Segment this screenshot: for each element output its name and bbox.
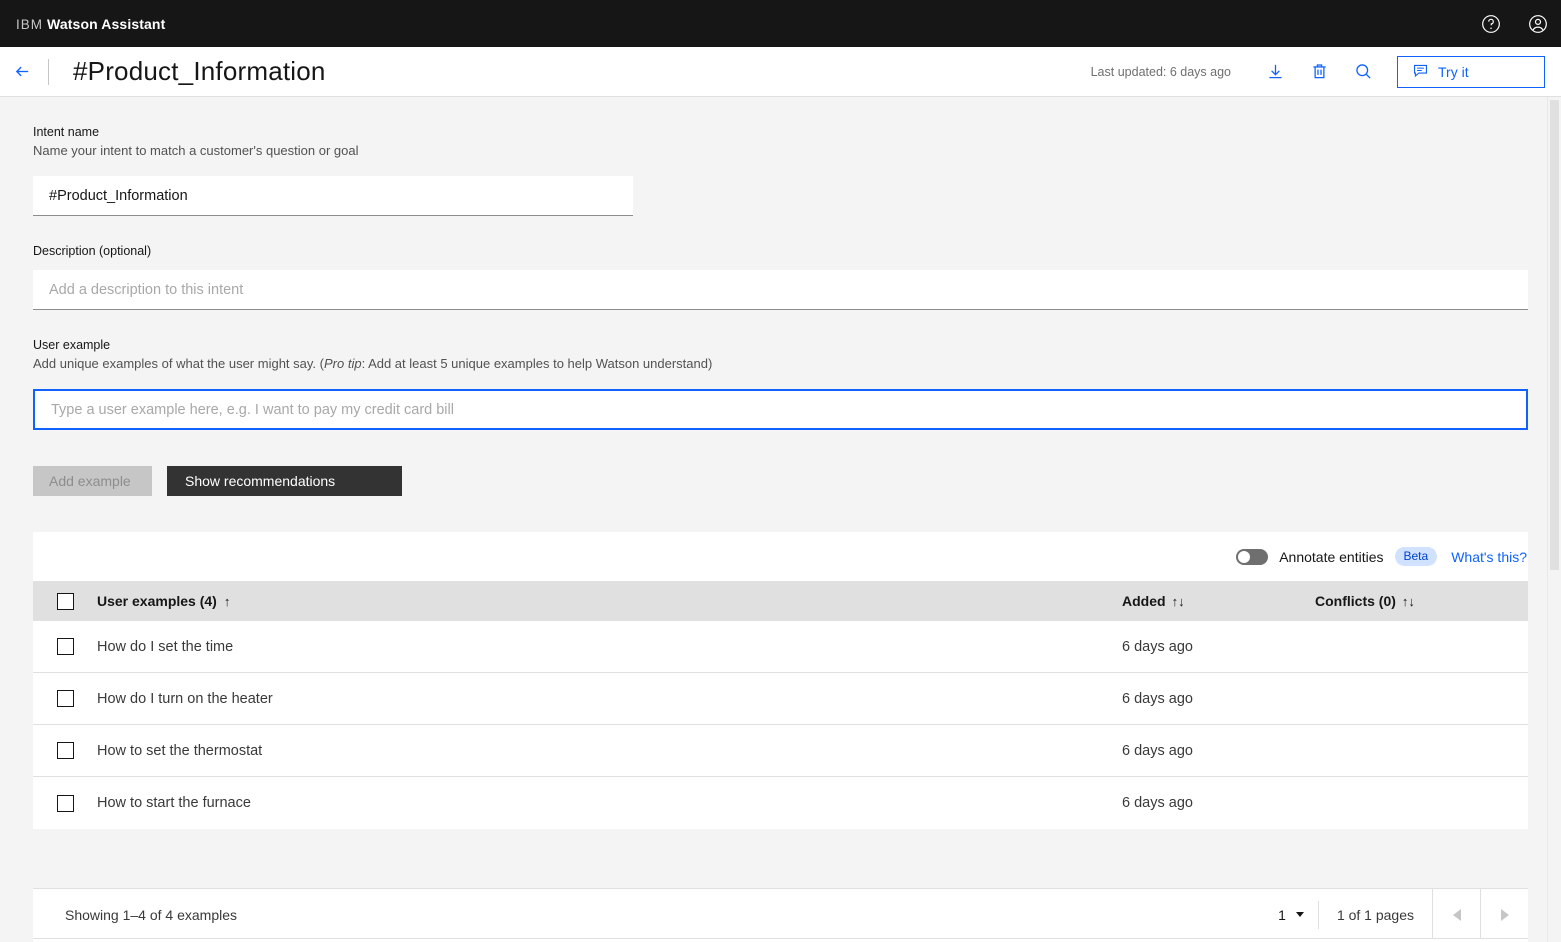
table-row[interactable]: How do I turn on the heater 6 days ago [33, 673, 1528, 725]
row-added-text: 6 days ago [1122, 638, 1193, 655]
select-all-checkbox[interactable] [56, 592, 74, 610]
chevron-down-icon [1295, 912, 1304, 917]
row-added-text: 6 days ago [1122, 795, 1193, 811]
header-divider [48, 58, 49, 85]
whats-this-link[interactable]: What's this? [1451, 549, 1527, 565]
row-added-text: 6 days ago [1122, 742, 1193, 759]
download-icon[interactable] [1253, 50, 1297, 94]
clipped-content-edge [33, 938, 1528, 942]
annotate-entities-label: Annotate entities [1279, 548, 1384, 565]
row-example-text: How to set the thermostat [97, 742, 263, 759]
table-toolbar: Annotate entities Beta What's this? [33, 532, 1528, 581]
table-row[interactable]: How to start the furnace 6 days ago [33, 777, 1528, 829]
user-example-help-before: Add unique examples of what the user mig… [33, 356, 324, 371]
sort-ascending-icon: ↑ [223, 593, 231, 609]
row-added-text: 6 days ago [1122, 690, 1193, 707]
user-example-input[interactable] [33, 389, 1528, 430]
app-window: IBM Watson Assistant #Product_Informatio… [0, 0, 1561, 942]
pagination-bar: Showing 1–4 of 4 examples 1 1 of 1 pages [33, 888, 1528, 941]
toggle-knob [1238, 550, 1251, 563]
row-example-text: How do I set the time [97, 638, 234, 655]
row-select-cell [33, 690, 97, 707]
add-example-button[interactable]: Add example [33, 466, 152, 496]
row-example-text: How do I turn on the heater [97, 690, 273, 707]
beta-badge: Beta [1394, 547, 1438, 566]
description-label: Description (optional) [33, 244, 152, 258]
examples-table-card: Annotate entities Beta What's this? User… [33, 532, 1528, 829]
vertical-scrollbar-thumb[interactable] [1550, 100, 1559, 570]
caret-left-icon [1452, 908, 1461, 921]
search-icon[interactable] [1341, 50, 1385, 94]
intent-name-input[interactable] [33, 176, 633, 216]
column-header-added[interactable]: Added ↑↓ [1122, 593, 1315, 609]
row-example-text: How to start the furnace [97, 795, 251, 811]
row-checkbox[interactable] [56, 742, 74, 759]
global-header: IBM Watson Assistant [0, 0, 1561, 47]
column-header-user-examples[interactable]: User examples (4) ↑ [97, 593, 1122, 609]
show-recommendations-button[interactable]: Show recommendations [167, 466, 402, 496]
intent-name-help: Name your intent to match a customer's q… [33, 143, 359, 158]
annotate-entities-toggle[interactable] [1236, 548, 1269, 565]
user-example-label: User example [33, 338, 111, 352]
next-page-button[interactable] [1480, 888, 1528, 941]
user-avatar-icon[interactable] [1514, 0, 1561, 47]
try-it-label: Try it [1438, 63, 1469, 80]
page-size-select[interactable]: 1 [1260, 899, 1318, 931]
column-header-conflicts-label: Conflicts (0) [1315, 593, 1396, 609]
caret-right-icon [1500, 908, 1509, 921]
chat-icon [1412, 62, 1429, 82]
try-it-button[interactable]: Try it [1397, 55, 1545, 88]
column-header-conflicts[interactable]: Conflicts (0) ↑↓ [1315, 593, 1528, 609]
previous-page-button[interactable] [1432, 888, 1480, 941]
brand-logo[interactable]: IBM Watson Assistant [16, 16, 165, 32]
row-select-cell [33, 794, 97, 812]
example-actions: Add example Show recommendations [33, 466, 1528, 496]
row-checkbox[interactable] [56, 690, 74, 707]
sort-toggle-icon: ↑↓ [1171, 593, 1185, 609]
table-row[interactable]: How do I set the time 6 days ago [33, 621, 1528, 673]
user-example-help: Add unique examples of what the user mig… [33, 355, 1528, 373]
column-header-user-examples-label: User examples (4) [97, 593, 217, 609]
last-updated-text: Last updated: 6 days ago [1090, 64, 1231, 79]
intent-name-label: Intent name [33, 125, 100, 139]
table-row[interactable]: How to set the thermostat 6 days ago [33, 725, 1528, 777]
sort-toggle-icon: ↑↓ [1401, 593, 1415, 609]
row-select-cell [33, 638, 97, 655]
page-header: #Product_Information Last updated: 6 day… [0, 47, 1561, 97]
help-circle-icon[interactable] [1467, 0, 1514, 47]
brand-product-text: Watson Assistant [47, 15, 166, 32]
page-header-actions: Last updated: 6 days ago Try it [1091, 47, 1545, 96]
row-checkbox[interactable] [56, 794, 74, 812]
page-number-value: 1 [1278, 906, 1286, 923]
pagination-summary: Showing 1–4 of 4 examples [65, 906, 237, 923]
page-title: #Product_Information [73, 56, 326, 86]
table-header-row: User examples (4) ↑ Added ↑↓ Conflicts (… [33, 581, 1528, 621]
column-header-added-label: Added [1122, 593, 1166, 609]
pagination-controls: 1 1 of 1 pages [1260, 888, 1528, 941]
select-all-cell [33, 592, 97, 610]
user-example-help-protip: Pro tip [323, 356, 362, 371]
page-count-text: 1 of 1 pages [1317, 900, 1432, 929]
description-input[interactable] [33, 270, 1528, 310]
arrow-left-icon[interactable] [0, 47, 44, 96]
main-content: Intent name Name your intent to match a … [0, 123, 1561, 829]
row-checkbox[interactable] [56, 638, 74, 655]
row-select-cell [33, 742, 97, 759]
brand-ibm-text: IBM [16, 16, 44, 32]
trash-icon[interactable] [1297, 50, 1341, 94]
user-example-help-after: : Add at least 5 unique examples to help… [361, 356, 713, 371]
global-header-actions [1467, 0, 1561, 47]
